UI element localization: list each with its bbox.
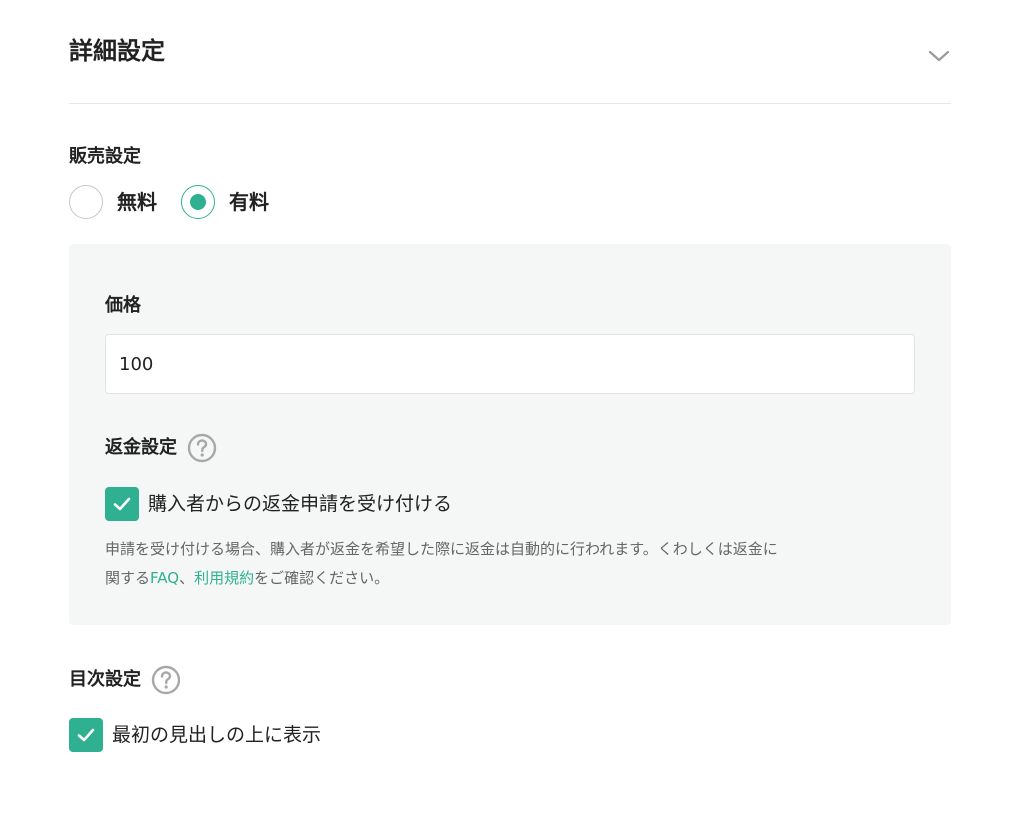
refund-note-line1: 申請を受け付ける場合、購入者が返金を希望した際に返金は自動的に行われます。くわし… (105, 540, 778, 558)
detail-settings-title: 詳細設定 (69, 37, 165, 65)
faq-link[interactable]: FAQ (150, 569, 179, 587)
toc-show-checkbox-row[interactable]: 最初の見出しの上に表示 (69, 718, 321, 752)
check-icon (77, 728, 95, 742)
detail-settings-header[interactable]: 詳細設定 (69, 0, 951, 104)
toc-show-label: 最初の見出しの上に表示 (112, 724, 322, 746)
refund-help-icon[interactable] (187, 433, 217, 463)
toc-help-icon[interactable] (151, 665, 181, 695)
sales-radio-group: 無料 有料 (69, 185, 293, 219)
price-label: 価格 (105, 295, 141, 316)
refund-note-separator: 、 (179, 569, 195, 587)
paid-settings-panel: 価格 返金設定 購入者からの返金申請を受け付ける 申請 (69, 244, 951, 625)
refund-accept-checkbox[interactable] (105, 487, 139, 521)
refund-settings-title-row: 返金設定 (105, 433, 217, 463)
refund-settings-title: 返金設定 (105, 437, 177, 458)
radio-paid[interactable]: 有料 (181, 185, 269, 219)
refund-note-suffix: をご確認ください。 (254, 569, 390, 587)
toc-settings-title: 目次設定 (69, 669, 141, 690)
radio-free[interactable]: 無料 (69, 185, 157, 219)
radio-free-label: 無料 (117, 190, 157, 214)
radio-paid-circle[interactable] (181, 185, 215, 219)
price-input[interactable] (105, 334, 915, 394)
toc-settings-title-row: 目次設定 (69, 665, 181, 695)
toc-show-checkbox[interactable] (69, 718, 103, 752)
sales-settings-title: 販売設定 (69, 146, 141, 167)
radio-paid-label: 有料 (229, 190, 269, 214)
refund-accept-label: 購入者からの返金申請を受け付ける (148, 493, 453, 515)
terms-link[interactable]: 利用規約 (194, 569, 254, 587)
chevron-down-icon[interactable] (927, 44, 951, 68)
refund-accept-checkbox-row[interactable]: 購入者からの返金申請を受け付ける (105, 487, 452, 521)
refund-note-prefix: 関する (105, 569, 151, 587)
refund-note: 申請を受け付ける場合、購入者が返金を希望した際に返金は自動的に行われます。くわし… (105, 535, 920, 593)
detail-settings-section: 詳細設定 販売設定 無料 有料 価格 返金設定 (69, 0, 951, 752)
check-icon (113, 497, 131, 511)
radio-free-circle[interactable] (69, 185, 103, 219)
